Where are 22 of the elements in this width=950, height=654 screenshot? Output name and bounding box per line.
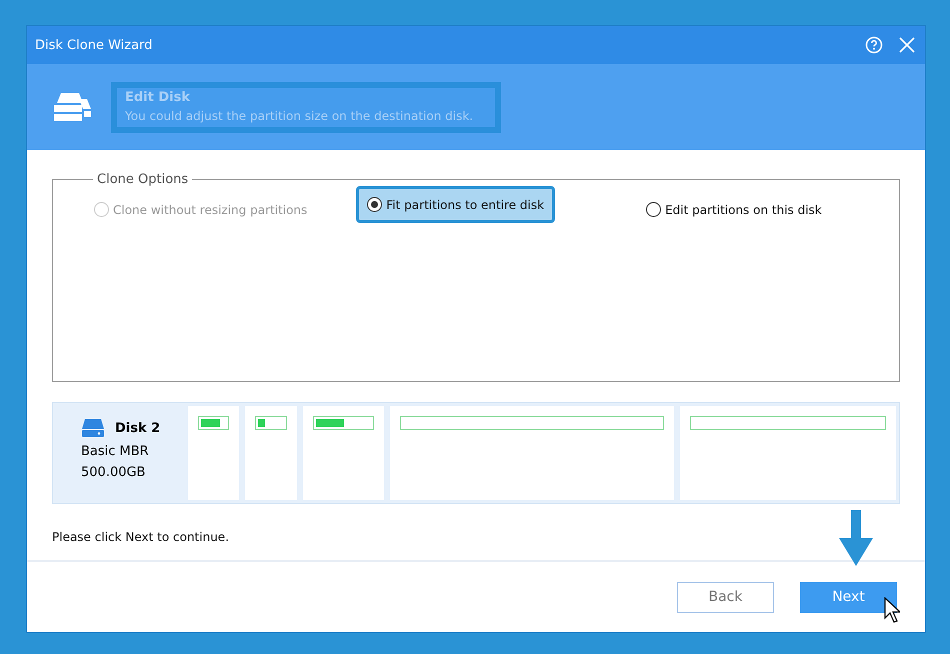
next-button[interactable]: Next — [800, 582, 897, 612]
cursor-icon — [884, 597, 900, 623]
drive-icon — [81, 418, 105, 438]
window-title: Disk Clone Wizard — [35, 38, 154, 52]
partition-block[interactable] — [303, 406, 384, 500]
group-label: Clone Options — [96, 172, 190, 187]
disk-name: Disk 2 — [81, 418, 182, 438]
back-button[interactable]: Back — [677, 582, 774, 612]
step-title: Edit Disk — [125, 90, 192, 104]
arrow-icon — [839, 510, 873, 566]
partition-block[interactable] — [188, 406, 240, 500]
disk-size: 500.00GB — [81, 465, 146, 480]
radio-option[interactable]: Edit partitions on this disk — [635, 191, 833, 228]
step-description: You could adjust the partition size on the destination disk. — [125, 108, 474, 122]
partition-block[interactable] — [245, 406, 298, 500]
radio-option[interactable]: Fit partitions to entire disk — [356, 186, 556, 223]
disk-type: Basic MBR — [81, 444, 150, 459]
partition-block[interactable] — [680, 406, 896, 500]
partition-block[interactable] — [390, 406, 674, 500]
hint-text: Please click Next to continue. — [52, 530, 230, 544]
close-icon[interactable] — [899, 37, 915, 53]
help-icon[interactable] — [865, 36, 883, 54]
